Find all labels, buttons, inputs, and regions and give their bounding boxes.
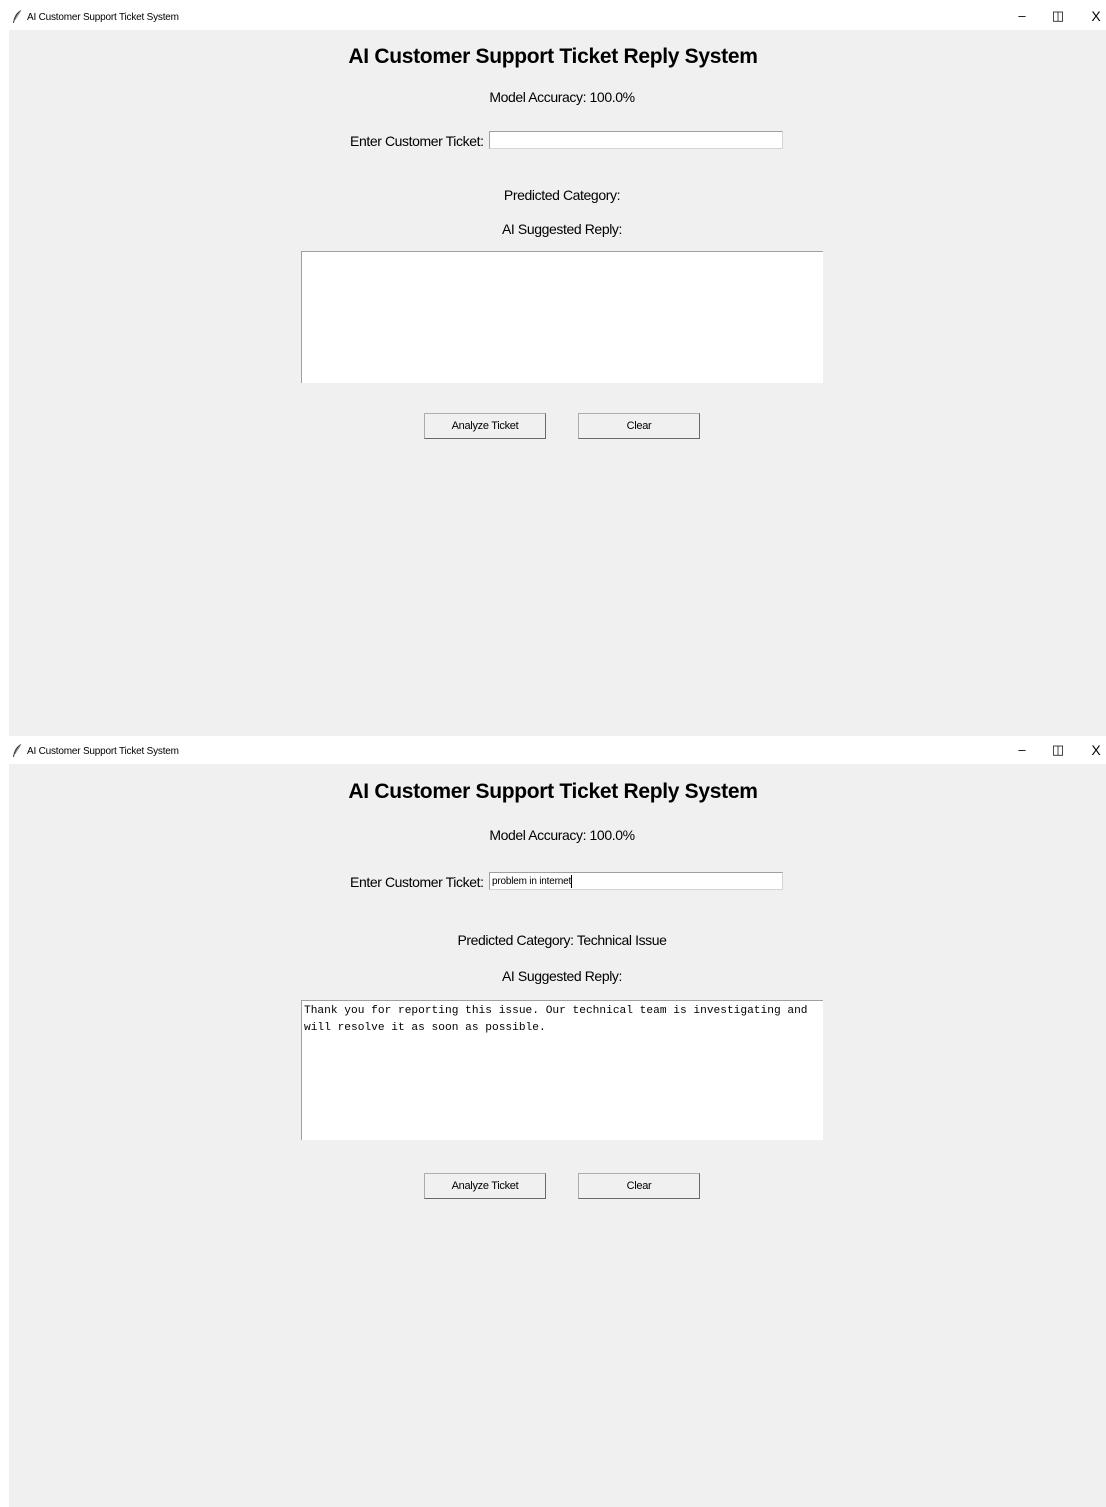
predicted-category-label: Predicted Category: Technical Issue xyxy=(457,932,667,948)
suggested-reply-textbox[interactable]: Thank you for reporting this issue. Our … xyxy=(301,1000,823,1140)
ticket-input[interactable] xyxy=(489,131,783,149)
page-title: AI Customer Support Ticket Reply System xyxy=(348,780,758,803)
suggested-reply-label: AI Suggested Reply: xyxy=(501,221,623,237)
ticket-input-value: problem in internet xyxy=(492,876,572,887)
close-button[interactable]: X xyxy=(1078,738,1106,762)
text-cursor xyxy=(571,874,573,888)
analyze-ticket-button[interactable]: Analyze Ticket xyxy=(424,413,546,439)
app-window-initial: AI Customer Support Ticket System – ◫ X … xyxy=(0,0,1106,738)
maximize-button[interactable]: ◫ xyxy=(1040,738,1076,762)
ticket-input-label: Enter Customer Ticket: xyxy=(350,133,484,149)
suggested-reply-textbox[interactable] xyxy=(301,251,823,383)
clear-button[interactable]: Clear xyxy=(578,1173,700,1199)
maximize-button[interactable]: ◫ xyxy=(1040,4,1076,28)
app-window-result: AI Customer Support Ticket System – ◫ X … xyxy=(0,738,1106,1507)
minimize-button[interactable]: – xyxy=(1004,738,1040,762)
ticket-input-label: Enter Customer Ticket: xyxy=(350,874,484,890)
window-title: AI Customer Support Ticket System xyxy=(27,12,179,23)
tk-feather-icon xyxy=(13,9,22,23)
predicted-category-label: Predicted Category: xyxy=(503,187,621,203)
page-title: AI Customer Support Ticket Reply System xyxy=(348,45,758,68)
clear-button[interactable]: Clear xyxy=(578,413,700,439)
tk-feather-icon xyxy=(13,743,22,757)
model-accuracy-label: Model Accuracy: 100.0% xyxy=(489,827,635,843)
window-title: AI Customer Support Ticket System xyxy=(27,746,179,757)
suggested-reply-label: AI Suggested Reply: xyxy=(501,968,623,984)
title-bar[interactable]: AI Customer Support Ticket System – ◫ X xyxy=(0,738,1106,764)
title-bar[interactable]: AI Customer Support Ticket System – ◫ X xyxy=(0,0,1106,32)
close-button[interactable]: X xyxy=(1078,4,1106,28)
analyze-ticket-button[interactable]: Analyze Ticket xyxy=(424,1173,546,1199)
model-accuracy-label: Model Accuracy: 100.0% xyxy=(489,89,635,105)
minimize-button[interactable]: – xyxy=(1004,4,1040,28)
ticket-input[interactable]: problem in internet xyxy=(489,872,783,890)
